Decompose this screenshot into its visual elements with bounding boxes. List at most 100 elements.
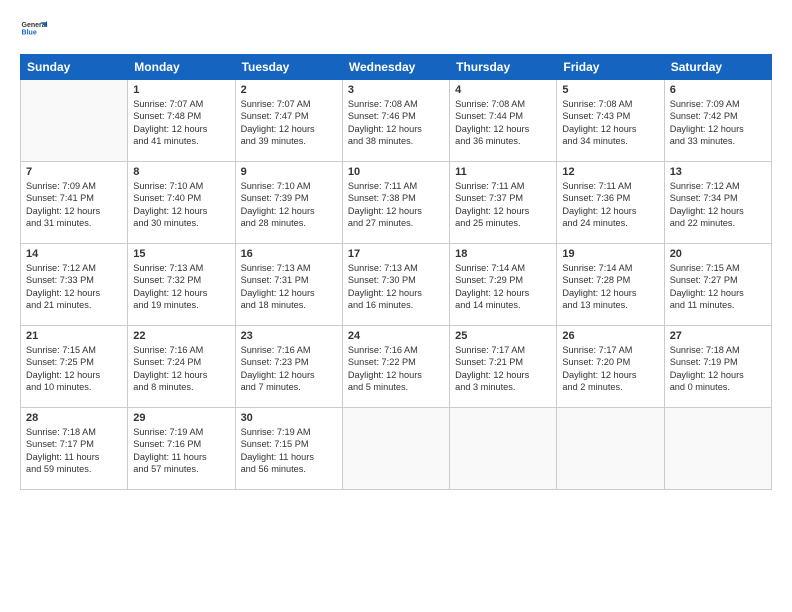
- week-row-2: 14 Sunrise: 7:12 AMSunset: 7:33 PMDayligh…: [21, 244, 772, 326]
- day-info: Sunrise: 7:17 AMSunset: 7:21 PMDaylight:…: [455, 344, 551, 394]
- day-info: Sunrise: 7:14 AMSunset: 7:29 PMDaylight:…: [455, 262, 551, 312]
- day-number: 12: [562, 166, 658, 178]
- day-number: 28: [26, 412, 122, 424]
- day-info: Sunrise: 7:11 AMSunset: 7:38 PMDaylight:…: [348, 180, 444, 230]
- calendar-cell: 27 Sunrise: 7:18 AMSunset: 7:19 PMDayligh…: [664, 326, 771, 408]
- day-number: 15: [133, 248, 229, 260]
- day-number: 7: [26, 166, 122, 178]
- day-number: 24: [348, 330, 444, 342]
- day-number: 6: [670, 84, 766, 96]
- calendar-cell: [557, 408, 664, 490]
- day-info: Sunrise: 7:07 AMSunset: 7:47 PMDaylight:…: [241, 98, 337, 148]
- calendar-cell: 3 Sunrise: 7:08 AMSunset: 7:46 PMDaylight…: [342, 80, 449, 162]
- day-info: Sunrise: 7:15 AMSunset: 7:27 PMDaylight:…: [670, 262, 766, 312]
- day-info: Sunrise: 7:11 AMSunset: 7:37 PMDaylight:…: [455, 180, 551, 230]
- calendar-cell: 4 Sunrise: 7:08 AMSunset: 7:44 PMDaylight…: [450, 80, 557, 162]
- day-info: Sunrise: 7:13 AMSunset: 7:32 PMDaylight:…: [133, 262, 229, 312]
- day-number: 18: [455, 248, 551, 260]
- calendar-cell: [450, 408, 557, 490]
- logo-icon: General Blue: [20, 16, 48, 44]
- calendar-cell: 10 Sunrise: 7:11 AMSunset: 7:38 PMDayligh…: [342, 162, 449, 244]
- day-info: Sunrise: 7:16 AMSunset: 7:22 PMDaylight:…: [348, 344, 444, 394]
- calendar-cell: 22 Sunrise: 7:16 AMSunset: 7:24 PMDayligh…: [128, 326, 235, 408]
- day-info: Sunrise: 7:19 AMSunset: 7:16 PMDaylight:…: [133, 426, 229, 476]
- day-number: 22: [133, 330, 229, 342]
- calendar-cell: 21Sunrise: 7:15 AMSunset: 7:25 PMDayligh…: [21, 326, 128, 408]
- day-number: 9: [241, 166, 337, 178]
- calendar-cell: 19 Sunrise: 7:14 AMSunset: 7:28 PMDayligh…: [557, 244, 664, 326]
- calendar-cell: [342, 408, 449, 490]
- day-info: Sunrise: 7:07 AMSunset: 7:48 PMDaylight:…: [133, 98, 229, 148]
- calendar-cell: 11 Sunrise: 7:11 AMSunset: 7:37 PMDayligh…: [450, 162, 557, 244]
- day-number: 5: [562, 84, 658, 96]
- day-info: Sunrise: 7:17 AMSunset: 7:20 PMDaylight:…: [562, 344, 658, 394]
- day-number: 25: [455, 330, 551, 342]
- day-number: 10: [348, 166, 444, 178]
- day-info: Sunrise: 7:11 AMSunset: 7:36 PMDaylight:…: [562, 180, 658, 230]
- day-number: 29: [133, 412, 229, 424]
- day-info: Sunrise: 7:09 AMSunset: 7:42 PMDaylight:…: [670, 98, 766, 148]
- calendar-cell: [21, 80, 128, 162]
- calendar-cell: 1 Sunrise: 7:07 AMSunset: 7:48 PMDaylight…: [128, 80, 235, 162]
- day-info: Sunrise: 7:19 AMSunset: 7:15 PMDaylight:…: [241, 426, 337, 476]
- week-row-3: 21Sunrise: 7:15 AMSunset: 7:25 PMDayligh…: [21, 326, 772, 408]
- day-info: Sunrise: 7:13 AMSunset: 7:30 PMDaylight:…: [348, 262, 444, 312]
- calendar-cell: 5Sunrise: 7:08 AMSunset: 7:43 PMDaylight…: [557, 80, 664, 162]
- day-number: 4: [455, 84, 551, 96]
- day-number: 26: [562, 330, 658, 342]
- day-number: 11: [455, 166, 551, 178]
- day-number: 1: [133, 84, 229, 96]
- day-number: 23: [241, 330, 337, 342]
- day-number: 13: [670, 166, 766, 178]
- day-number: 20: [670, 248, 766, 260]
- day-info: Sunrise: 7:08 AMSunset: 7:46 PMDaylight:…: [348, 98, 444, 148]
- day-number: 19: [562, 248, 658, 260]
- day-info: Sunrise: 7:16 AMSunset: 7:24 PMDaylight:…: [133, 344, 229, 394]
- calendar-cell: 26 Sunrise: 7:17 AMSunset: 7:20 PMDayligh…: [557, 326, 664, 408]
- day-number: 14: [26, 248, 122, 260]
- calendar-cell: 20 Sunrise: 7:15 AMSunset: 7:27 PMDayligh…: [664, 244, 771, 326]
- day-info: Sunrise: 7:18 AMSunset: 7:19 PMDaylight:…: [670, 344, 766, 394]
- day-number: 17: [348, 248, 444, 260]
- weekday-header-saturday: Saturday: [664, 55, 771, 80]
- calendar-cell: 17 Sunrise: 7:13 AMSunset: 7:30 PMDayligh…: [342, 244, 449, 326]
- day-number: 8: [133, 166, 229, 178]
- calendar-cell: 7 Sunrise: 7:09 AMSunset: 7:41 PMDaylight…: [21, 162, 128, 244]
- calendar-cell: 13 Sunrise: 7:12 AMSunset: 7:34 PMDayligh…: [664, 162, 771, 244]
- day-number: 21: [26, 330, 122, 342]
- calendar-cell: 16Sunrise: 7:13 AMSunset: 7:31 PMDayligh…: [235, 244, 342, 326]
- calendar-cell: 23 Sunrise: 7:16 AMSunset: 7:23 PMDayligh…: [235, 326, 342, 408]
- week-row-4: 28Sunrise: 7:18 AMSunset: 7:17 PMDayligh…: [21, 408, 772, 490]
- calendar-cell: 9 Sunrise: 7:10 AMSunset: 7:39 PMDaylight…: [235, 162, 342, 244]
- day-info: Sunrise: 7:10 AMSunset: 7:40 PMDaylight:…: [133, 180, 229, 230]
- calendar-cell: 30Sunrise: 7:19 AMSunset: 7:15 PMDayligh…: [235, 408, 342, 490]
- weekday-header-sunday: Sunday: [21, 55, 128, 80]
- day-number: 3: [348, 84, 444, 96]
- calendar-cell: [664, 408, 771, 490]
- svg-text:Blue: Blue: [22, 30, 37, 37]
- day-info: Sunrise: 7:09 AMSunset: 7:41 PMDaylight:…: [26, 180, 122, 230]
- week-row-0: 1 Sunrise: 7:07 AMSunset: 7:48 PMDaylight…: [21, 80, 772, 162]
- calendar-cell: 8 Sunrise: 7:10 AMSunset: 7:40 PMDaylight…: [128, 162, 235, 244]
- day-info: Sunrise: 7:16 AMSunset: 7:23 PMDaylight:…: [241, 344, 337, 394]
- weekday-header-tuesday: Tuesday: [235, 55, 342, 80]
- day-number: 16: [241, 248, 337, 260]
- weekday-header-thursday: Thursday: [450, 55, 557, 80]
- weekday-header-monday: Monday: [128, 55, 235, 80]
- day-info: Sunrise: 7:14 AMSunset: 7:28 PMDaylight:…: [562, 262, 658, 312]
- day-info: Sunrise: 7:10 AMSunset: 7:39 PMDaylight:…: [241, 180, 337, 230]
- day-number: 2: [241, 84, 337, 96]
- day-info: Sunrise: 7:12 AMSunset: 7:34 PMDaylight:…: [670, 180, 766, 230]
- calendar-cell: 12 Sunrise: 7:11 AMSunset: 7:36 PMDayligh…: [557, 162, 664, 244]
- calendar-cell: 25 Sunrise: 7:17 AMSunset: 7:21 PMDayligh…: [450, 326, 557, 408]
- logo: General Blue: [20, 16, 52, 44]
- day-info: Sunrise: 7:08 AMSunset: 7:44 PMDaylight:…: [455, 98, 551, 148]
- weekday-header-row: SundayMondayTuesdayWednesdayThursdayFrid…: [21, 55, 772, 80]
- weekday-header-wednesday: Wednesday: [342, 55, 449, 80]
- calendar-cell: 2 Sunrise: 7:07 AMSunset: 7:47 PMDaylight…: [235, 80, 342, 162]
- calendar-cell: 24 Sunrise: 7:16 AMSunset: 7:22 PMDayligh…: [342, 326, 449, 408]
- calendar-cell: 29 Sunrise: 7:19 AMSunset: 7:16 PMDayligh…: [128, 408, 235, 490]
- calendar-cell: 14 Sunrise: 7:12 AMSunset: 7:33 PMDayligh…: [21, 244, 128, 326]
- day-number: 27: [670, 330, 766, 342]
- day-info: Sunrise: 7:12 AMSunset: 7:33 PMDaylight:…: [26, 262, 122, 312]
